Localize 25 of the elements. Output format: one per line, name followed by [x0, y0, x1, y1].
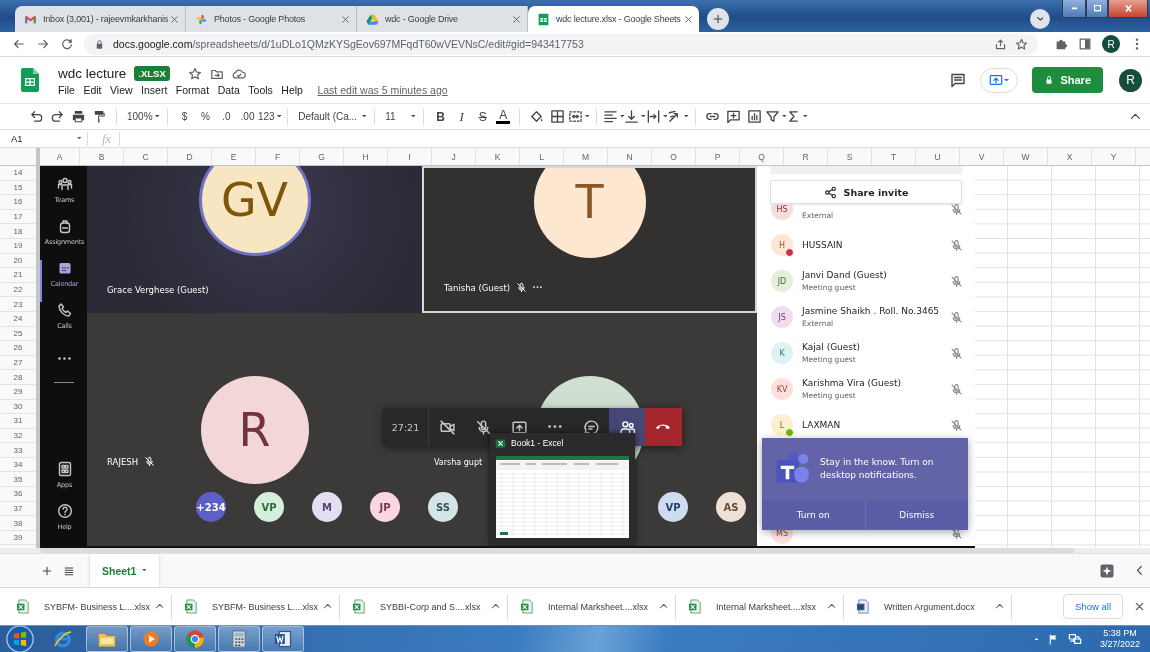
avatar: R [200, 376, 309, 484]
avatar: JD [771, 270, 793, 292]
call-timer: 27:21 [383, 408, 429, 446]
avatar: GV [198, 166, 311, 256]
participant-name: Janvi Dand (Guest) [802, 270, 887, 281]
avatar: T [533, 168, 646, 258]
avatar: L [771, 414, 793, 436]
participant-name: LAXMAN [802, 419, 841, 431]
participant-name: Jasmine Shaikh . Roll. No.3465 [802, 306, 940, 317]
function-label: fx [102, 131, 121, 146]
file-type-badge: .XLSX [134, 66, 170, 81]
participant-name: Kajal (Guest) [802, 342, 861, 353]
participant-name: Karishma Vira (Guest) [802, 378, 901, 389]
avatar: HS [771, 204, 793, 220]
avatar: JS [771, 306, 793, 328]
notification-text: Stay in the know. Turn on desktop notifications. [820, 455, 935, 482]
participant-name: Grace Verghese (Guest) [107, 285, 209, 295]
participant-name: RAJESH [107, 456, 139, 467]
participant-name: HUSSAIN [802, 239, 843, 251]
participant-name: Tanisha (Guest) [444, 282, 511, 293]
preview-title: Book1 - Excel [511, 438, 564, 448]
avatar: K [771, 342, 793, 364]
participant-name: Varsha gupt [434, 458, 483, 467]
avatar: KV [771, 378, 793, 400]
avatar: H [771, 234, 793, 256]
